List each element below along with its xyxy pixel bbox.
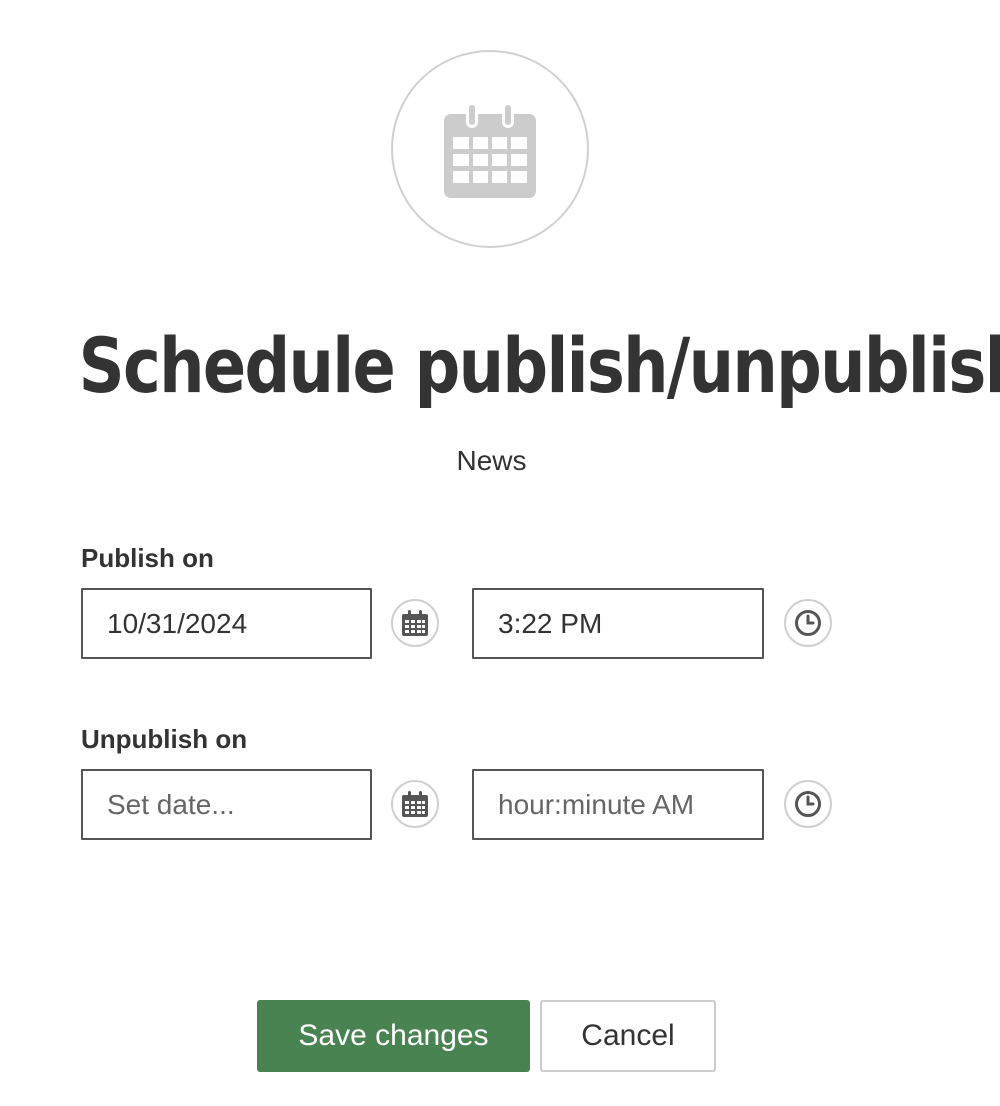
unpublish-date-input[interactable]	[81, 769, 372, 840]
unpublish-on-label: Unpublish on	[81, 724, 248, 754]
publish-date-picker-button[interactable]	[391, 599, 439, 647]
calendar-icon	[402, 791, 428, 817]
page-title: Schedule publish/unpublish	[78, 321, 1000, 410]
save-changes-button[interactable]: Save changes	[257, 1000, 530, 1072]
publish-on-label: Publish on	[81, 543, 214, 573]
clock-icon	[795, 791, 821, 817]
cancel-button[interactable]: Cancel	[540, 1000, 716, 1072]
unpublish-date-picker-button[interactable]	[391, 780, 439, 828]
content-type-subtitle: News	[456, 445, 527, 476]
calendar-badge	[391, 50, 589, 248]
publish-time-picker-button[interactable]	[784, 599, 832, 647]
calendar-icon	[444, 102, 536, 198]
unpublish-time-picker-button[interactable]	[784, 780, 832, 828]
publish-time-input[interactable]	[472, 588, 764, 659]
clock-icon	[795, 610, 821, 636]
unpublish-time-input[interactable]	[472, 769, 764, 840]
calendar-icon	[402, 610, 428, 636]
publish-date-input[interactable]	[81, 588, 372, 659]
